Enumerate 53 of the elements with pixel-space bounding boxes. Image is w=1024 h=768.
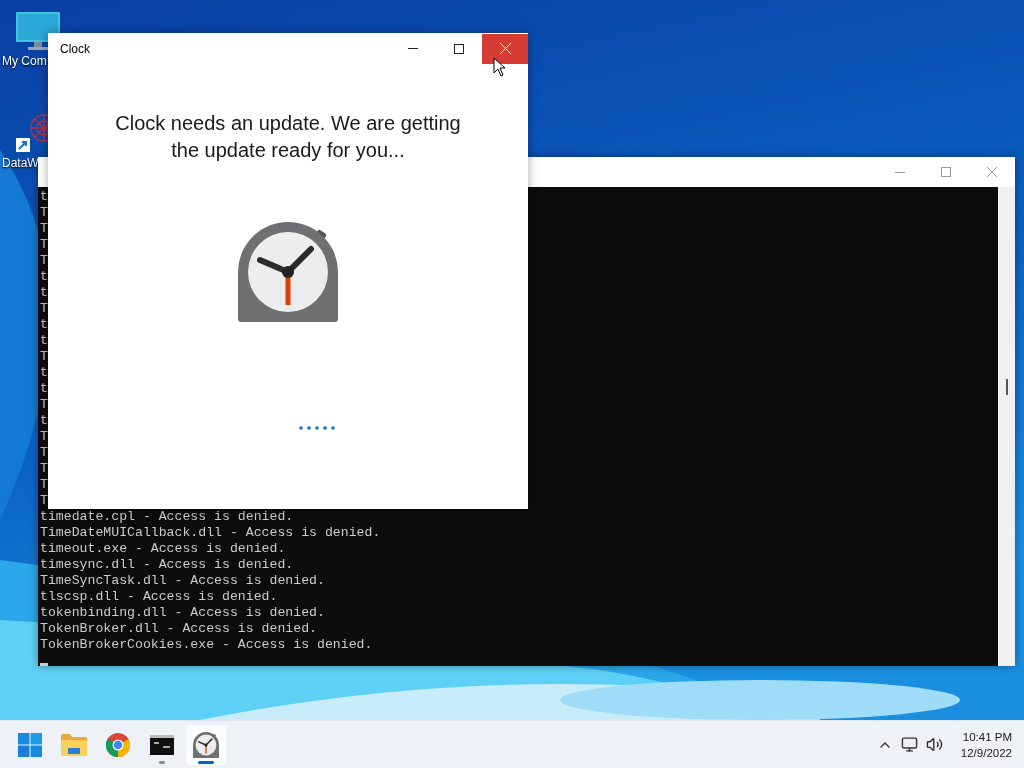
console-line: T (40, 349, 48, 365)
folder-icon (61, 733, 87, 756)
console-line: TimeSyncTask.dll - Access is denied. (40, 573, 325, 589)
clock-icon (238, 222, 338, 322)
close-icon (499, 43, 511, 54)
console-line: t (40, 285, 48, 301)
computer-icon (16, 12, 60, 52)
console-line: T (40, 397, 48, 413)
close-icon[interactable] (987, 167, 997, 177)
update-message: Clock needs an update. We are getting the update ready for you... (114, 111, 462, 163)
console-line: T (40, 445, 48, 461)
close-button[interactable] (482, 33, 528, 64)
text-cursor (40, 663, 48, 666)
console-line: t (40, 365, 48, 381)
mouse-pointer-icon (493, 57, 507, 77)
console-line: T (40, 221, 48, 237)
console-line: TokenBrokerCookies.exe - Access is denied. (40, 637, 373, 653)
console-line: T (40, 429, 48, 445)
console-line: T (40, 237, 48, 253)
desktop-icon-label[interactable]: My Com (2, 54, 47, 68)
console-line: t (40, 381, 48, 397)
console-line: tlscsp.dll - Access is denied. (40, 589, 278, 605)
console-line: t (40, 269, 48, 285)
console-line: T (40, 461, 48, 477)
taskbar-date[interactable]: 12/9/2022 (960, 744, 1012, 761)
console-line: T (40, 493, 48, 509)
console-line: timedate.cpl - Access is denied. (40, 509, 294, 525)
console-line: tokenbinding.dll - Access is denied. (40, 605, 325, 621)
terminal-icon (150, 734, 174, 755)
console-line: T (40, 477, 48, 493)
console-line: t (40, 413, 48, 429)
maximize-icon[interactable] (454, 43, 464, 54)
volume-icon[interactable] (925, 736, 943, 753)
browser-icon (106, 732, 130, 757)
clock-icon (193, 731, 219, 758)
windows-logo-icon (18, 732, 42, 757)
window-title: Clock (60, 41, 91, 56)
console-line: timeout.exe - Access is denied. (40, 541, 286, 557)
minimize-icon[interactable] (895, 171, 905, 173)
desktop-icon-label[interactable]: DataW (2, 156, 39, 170)
scroll-thumb[interactable] (1005, 379, 1008, 395)
taskbar-time[interactable]: 10:41 PM (962, 728, 1012, 745)
console-line: T (40, 301, 48, 317)
loading-dots (299, 426, 335, 430)
console-line: T (40, 253, 48, 269)
console-line: T (40, 205, 48, 221)
scrollbar[interactable] (998, 187, 1015, 666)
console-line: t (40, 333, 48, 349)
console-line: TokenBroker.dll - Access is denied. (40, 621, 317, 637)
console-line: t (40, 189, 48, 205)
console-line: timesync.dll - Access is denied. (40, 557, 294, 573)
console-line: TimeDateMUICallback.dll - Access is denied. (40, 525, 381, 541)
console-line: t (40, 317, 48, 333)
